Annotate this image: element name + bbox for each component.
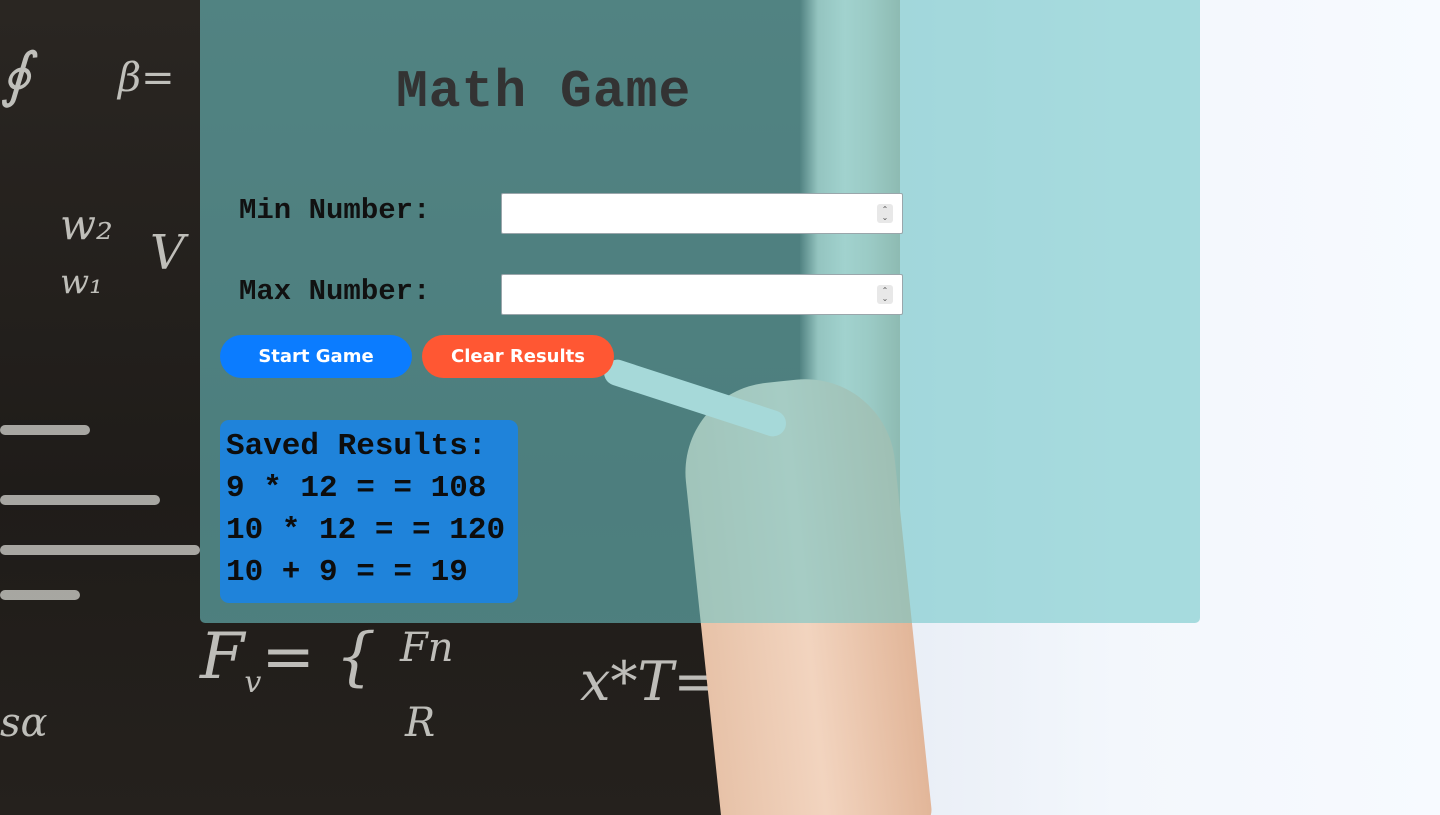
saved-results-box: Saved Results: 9 * 12 = = 108 10 * 12 = … — [220, 420, 518, 603]
min-number-field[interactable]: ⌃ ⌄ — [501, 193, 903, 234]
spinner-down-icon[interactable]: ⌄ — [882, 294, 889, 303]
min-number-label: Min Number: — [239, 194, 431, 227]
max-number-label: Max Number: — [239, 275, 431, 308]
result-item: 9 * 12 = = 108 — [226, 471, 487, 506]
max-number-field[interactable]: ⌃ ⌄ — [501, 274, 903, 315]
clear-results-button[interactable]: Clear Results — [422, 335, 614, 378]
chalk-dash — [0, 590, 80, 600]
number-spinner-icon[interactable]: ⌃ ⌄ — [877, 285, 893, 304]
spinner-down-icon[interactable]: ⌄ — [882, 213, 889, 222]
game-panel: Math Game Min Number: ⌃ ⌄ Max Number: ⌃ … — [200, 0, 1200, 623]
result-item: 10 * 12 = = 120 — [226, 513, 506, 548]
max-number-input[interactable] — [502, 275, 878, 313]
chalk-dash — [0, 425, 90, 435]
page-title: Math Game — [396, 62, 692, 122]
saved-results-heading: Saved Results: — [226, 429, 487, 464]
start-game-button[interactable]: Start Game — [220, 335, 412, 378]
number-spinner-icon[interactable]: ⌃ ⌄ — [877, 204, 893, 223]
min-number-input[interactable] — [502, 194, 878, 232]
chalk-dash — [0, 545, 200, 555]
chalk-dash — [0, 495, 160, 505]
result-item: 10 + 9 = = 19 — [226, 555, 468, 590]
